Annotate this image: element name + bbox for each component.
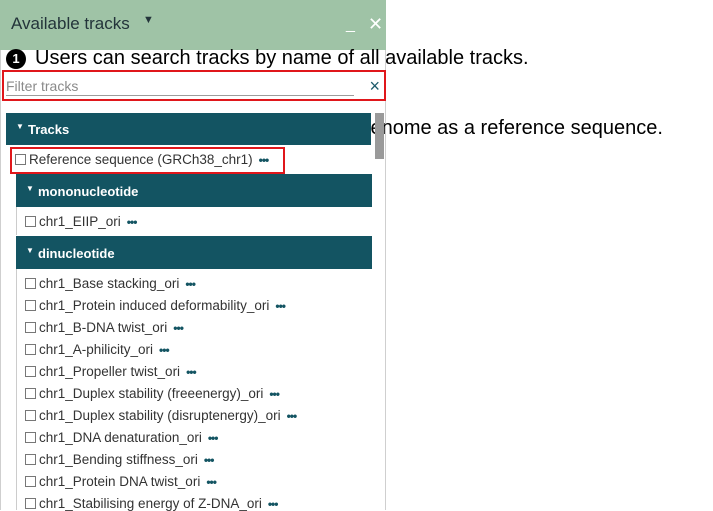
track-checkbox[interactable] bbox=[25, 216, 36, 227]
caret-down-icon: ▼ bbox=[16, 122, 24, 131]
track-label: chr1_Bending stiffness_ori bbox=[39, 452, 198, 467]
tree-line bbox=[16, 268, 17, 510]
scrollbar-thumb[interactable] bbox=[375, 113, 384, 159]
more-options-icon[interactable]: ••• bbox=[268, 497, 279, 511]
track-checkbox[interactable] bbox=[25, 498, 36, 509]
track-label: chr1_EIIP_ori bbox=[39, 214, 121, 229]
caret-down-icon[interactable]: ▼ bbox=[143, 14, 154, 26]
track-label: chr1_Base stacking_ori bbox=[39, 276, 180, 291]
filter-tracks-input[interactable] bbox=[6, 76, 336, 96]
track-checkbox[interactable] bbox=[25, 476, 36, 487]
more-options-icon[interactable]: ••• bbox=[159, 343, 170, 357]
category-header-dinucleotide[interactable]: ▼ dinucleotide bbox=[16, 236, 372, 269]
more-options-icon[interactable]: ••• bbox=[269, 387, 280, 401]
track-item[interactable]: chr1_EIIP_ori ••• bbox=[25, 214, 138, 229]
track-checkbox[interactable] bbox=[25, 410, 36, 421]
panel-border bbox=[0, 50, 1, 510]
track-item[interactable]: chr1_Stabilising energy of Z-DNA_ori ••• bbox=[25, 496, 279, 511]
track-item[interactable]: chr1_Duplex stability (freeenergy)_ori •… bbox=[25, 386, 280, 401]
more-options-icon[interactable]: ••• bbox=[275, 299, 286, 313]
track-checkbox[interactable] bbox=[25, 344, 36, 355]
track-item[interactable]: chr1_Base stacking_ori ••• bbox=[25, 276, 196, 291]
annotation-number-badge: 1 bbox=[6, 48, 26, 69]
clear-filter-icon[interactable]: × bbox=[369, 76, 380, 96]
track-checkbox[interactable] bbox=[25, 278, 36, 289]
track-checkbox[interactable] bbox=[25, 388, 36, 399]
more-options-icon[interactable]: ••• bbox=[173, 321, 184, 335]
close-icon[interactable]: ✕ bbox=[368, 14, 383, 35]
panel-title: Available tracks bbox=[11, 14, 130, 33]
track-checkbox[interactable] bbox=[25, 366, 36, 377]
more-options-icon[interactable]: ••• bbox=[259, 153, 270, 167]
track-label: chr1_Stabilising energy of Z-DNA_ori bbox=[39, 496, 262, 511]
filter-underline bbox=[6, 95, 354, 96]
track-label: chr1_Protein induced deformability_ori bbox=[39, 298, 270, 313]
track-label: chr1_Propeller twist_ori bbox=[39, 364, 181, 379]
minimize-icon[interactable]: _ bbox=[346, 16, 355, 34]
more-options-icon[interactable]: ••• bbox=[185, 277, 196, 291]
panel-header: Available tracks ▼ _ ✕ bbox=[0, 0, 386, 50]
track-checkbox[interactable] bbox=[25, 300, 36, 311]
more-options-icon[interactable]: ••• bbox=[186, 365, 197, 379]
track-label: chr1_Protein DNA twist_ori bbox=[39, 474, 201, 489]
more-options-icon[interactable]: ••• bbox=[208, 431, 219, 445]
track-item[interactable]: chr1_B-DNA twist_ori ••• bbox=[25, 320, 184, 335]
more-options-icon[interactable]: ••• bbox=[127, 215, 138, 229]
tracks-section-header[interactable]: ▼ Tracks bbox=[6, 113, 371, 145]
track-item[interactable]: chr1_A-philicity_ori ••• bbox=[25, 342, 170, 357]
track-label: chr1_A-philicity_ori bbox=[39, 342, 154, 357]
category-header-mononucleotide[interactable]: ▼ mononucleotide bbox=[16, 174, 372, 207]
caret-down-icon: ▼ bbox=[26, 184, 34, 193]
track-label: Reference sequence (GRCh38_chr1) bbox=[29, 152, 253, 167]
more-options-icon[interactable]: ••• bbox=[204, 453, 215, 467]
track-checkbox[interactable] bbox=[25, 432, 36, 443]
track-label: chr1_Duplex stability (disruptenergy)_or… bbox=[39, 408, 281, 423]
tree-line bbox=[16, 207, 17, 235]
track-item[interactable]: chr1_Protein DNA twist_ori ••• bbox=[25, 474, 217, 489]
track-item[interactable]: chr1_Bending stiffness_ori ••• bbox=[25, 452, 215, 467]
reference-sequence-track[interactable]: Reference sequence (GRCh38_chr1) ••• bbox=[15, 152, 270, 167]
filter-highlight-box: × bbox=[2, 70, 386, 101]
caret-down-icon: ▼ bbox=[26, 246, 34, 255]
track-checkbox[interactable] bbox=[25, 322, 36, 333]
annotation-text: Users can search tracks by name of all a… bbox=[35, 47, 529, 69]
track-item[interactable]: chr1_Protein induced deformability_ori •… bbox=[25, 298, 286, 313]
track-checkbox[interactable] bbox=[15, 154, 26, 165]
category-label: mononucleotide bbox=[38, 184, 139, 199]
track-item[interactable]: chr1_DNA denaturation_ori ••• bbox=[25, 430, 219, 445]
track-checkbox[interactable] bbox=[25, 454, 36, 465]
track-item[interactable]: chr1_Propeller twist_ori ••• bbox=[25, 364, 197, 379]
more-options-icon[interactable]: ••• bbox=[287, 409, 298, 423]
category-label: dinucleotide bbox=[38, 246, 115, 261]
more-options-icon[interactable]: ••• bbox=[206, 475, 217, 489]
track-label: chr1_Duplex stability (freeenergy)_ori bbox=[39, 386, 264, 401]
tracks-section-label: Tracks bbox=[28, 122, 70, 137]
track-label: chr1_DNA denaturation_ori bbox=[39, 430, 202, 445]
track-item[interactable]: chr1_Duplex stability (disruptenergy)_or… bbox=[25, 408, 298, 423]
track-label: chr1_B-DNA twist_ori bbox=[39, 320, 168, 335]
annotation-1: 1 Users can search tracks by name of all… bbox=[6, 47, 529, 70]
